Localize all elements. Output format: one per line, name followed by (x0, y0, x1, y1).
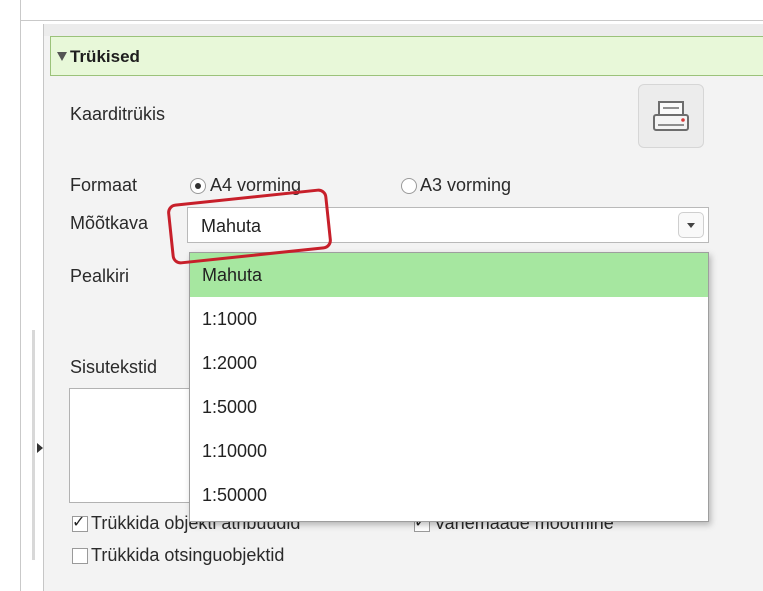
checkbox-print-attributes[interactable]: ✓ (72, 514, 88, 532)
scale-option[interactable]: 1:50000 (190, 473, 708, 517)
radio-a3-label: A3 vorming (420, 175, 512, 195)
radio-a3[interactable] (401, 178, 417, 194)
print-panel: Trükised Kaarditrükis Formaat A4 vorming… (43, 24, 763, 591)
section-header-prints[interactable]: Trükised (50, 36, 763, 76)
map-print-label: Kaarditrükis (70, 104, 166, 124)
title-label: Pealkiri (70, 266, 130, 286)
check-mark-icon: ✓ (72, 514, 86, 531)
scale-option[interactable]: 1:2000 (190, 341, 708, 385)
scale-option[interactable]: Mahuta (190, 253, 708, 297)
content-label: Sisutekstid (70, 357, 158, 377)
scale-option[interactable]: 1:1000 (190, 297, 708, 341)
chevron-down-icon[interactable] (678, 212, 704, 238)
scale-option[interactable]: 1:10000 (190, 429, 708, 473)
printer-icon (653, 101, 689, 131)
scale-dropdown: Mahuta 1:1000 1:2000 1:5000 1:10000 1:50… (189, 252, 709, 522)
triangle-down-icon[interactable] (57, 52, 67, 61)
scale-label: Mõõtkava (70, 213, 149, 233)
radio-a4[interactable] (190, 178, 206, 194)
scale-option[interactable]: 1:5000 (190, 385, 708, 429)
section-title: Trükised (70, 47, 140, 66)
checkbox-print-search-objects[interactable] (72, 548, 88, 564)
panel-top-strip (44, 24, 763, 36)
side-panel-handle[interactable] (0, 330, 35, 560)
content-textarea[interactable] (69, 388, 194, 503)
print-button[interactable] (638, 84, 704, 148)
outer-frame-top (20, 20, 763, 21)
format-label: Formaat (70, 175, 138, 195)
handle-bar (32, 330, 35, 560)
checkbox-print-search-objects-label: Trükkida otsinguobjektid (91, 545, 285, 565)
